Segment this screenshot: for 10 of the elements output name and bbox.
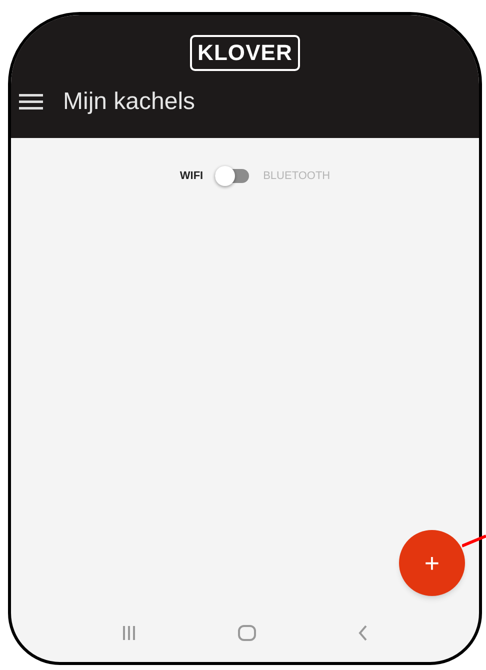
connection-toggle[interactable] — [215, 166, 252, 186]
add-button[interactable]: + — [399, 530, 465, 596]
home-icon[interactable] — [238, 625, 256, 641]
menu-icon[interactable] — [19, 93, 43, 111]
annotation-line — [462, 534, 486, 548]
recent-apps-icon[interactable] — [122, 626, 136, 640]
brand-logo: KLOVER — [190, 35, 300, 71]
back-icon[interactable] — [358, 625, 368, 641]
connection-option-label[interactable]: WIFI — [180, 168, 204, 184]
screen-title: Mijn kachels — [63, 87, 196, 117]
